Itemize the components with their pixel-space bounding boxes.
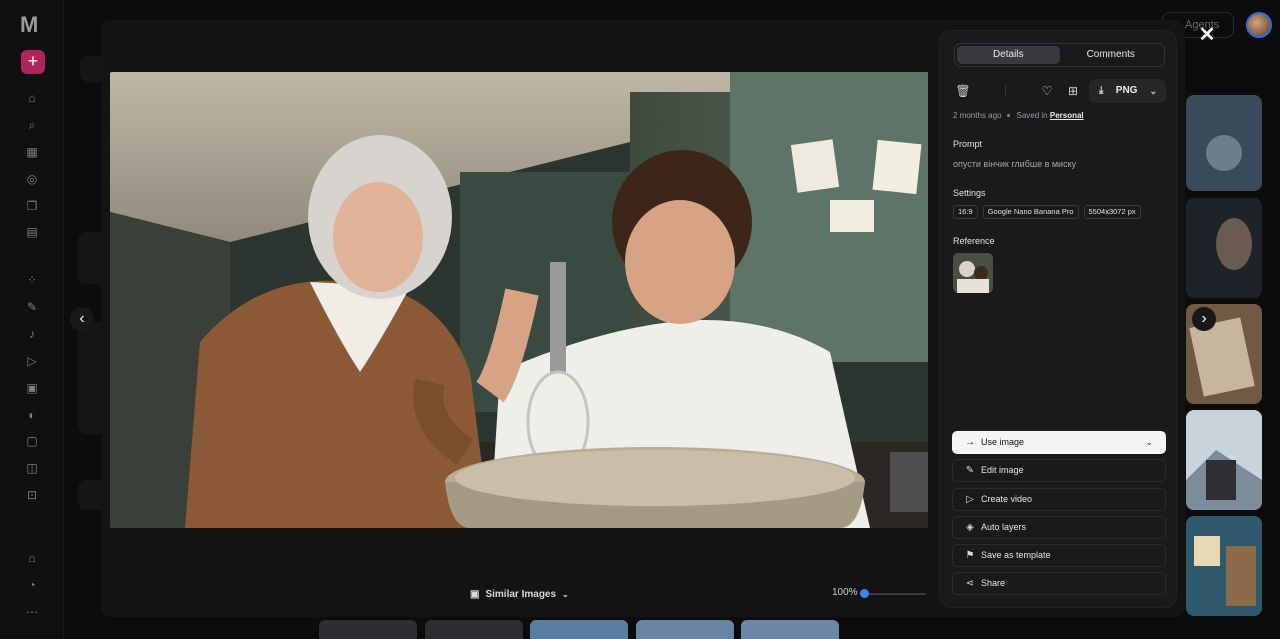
toolbar-divider	[1005, 85, 1006, 97]
settings-label: Settings	[953, 188, 986, 198]
download-button[interactable]: ⤓ PNG ⌄	[1089, 79, 1166, 103]
main-image	[110, 72, 928, 528]
auto-layers-button[interactable]: ◈ Auto layers	[952, 515, 1166, 539]
similar-images-icon: ▣	[470, 588, 480, 600]
book-icon[interactable]: ▤	[24, 224, 40, 240]
edit-image-icon: ✎	[965, 465, 975, 477]
auto-layers-label: Auto layers	[981, 521, 1027, 532]
video-icon[interactable]: ▷	[24, 353, 40, 369]
gallery-thumb[interactable]	[319, 620, 417, 639]
model-chip: Google Nano Banana Pro	[982, 205, 1079, 219]
logo: M	[20, 12, 39, 37]
gallery-thumb[interactable]	[1186, 410, 1262, 510]
search-icon[interactable]: ⌕	[24, 117, 40, 133]
save-as-template-button[interactable]: ⚑ Save as template	[952, 544, 1166, 568]
saved-prefix: Saved in	[1016, 111, 1048, 120]
left-rail: M + ⌂ ⌕ ▦ ◎ ❐ ▤ ⁘ ✎ ♪ ▷ ▣ ◐ ▢ ◫ ⊡ ⌂ ◔ ⋯	[0, 0, 64, 639]
chevron-down-icon[interactable]: ⌄	[1145, 432, 1153, 453]
layers-icon: ◈	[966, 521, 974, 533]
layers-icon[interactable]: ❐	[24, 198, 40, 214]
brush-icon[interactable]: ✎	[24, 299, 40, 315]
panel-tabs: Details Comments	[954, 43, 1165, 67]
share-icon: ⋖	[965, 578, 975, 590]
prompt-label: Prompt	[953, 139, 983, 149]
zoom-slider-track[interactable]	[864, 593, 926, 595]
new-button[interactable]: +	[21, 50, 45, 74]
zoom-slider-handle[interactable]	[860, 589, 869, 598]
chevron-down-icon: ⌄	[562, 589, 569, 599]
prompt-text: опусти вінчик глибше в миску	[953, 159, 1077, 169]
image-toolbar: 🗑 ♡ ⊞ ⤓ PNG ⌄	[952, 79, 1167, 103]
settings-chips: 16:9 Google Nano Banana Pro 5504x3072 px	[953, 205, 1141, 219]
edit-image-label: Edit image	[981, 465, 1024, 476]
close-icon[interactable]: ✕	[1196, 24, 1218, 46]
mic-icon[interactable]: ♪	[24, 326, 40, 342]
create-video-label: Create video	[981, 493, 1033, 504]
gallery-thumb[interactable]	[425, 620, 523, 639]
download-icon: ⤓	[1099, 85, 1104, 96]
share-label: Share	[981, 578, 1006, 589]
tab-details[interactable]: Details	[957, 46, 1060, 64]
edit-image-button[interactable]: ✎ Edit image	[952, 459, 1166, 483]
gallery-thumb[interactable]	[1186, 95, 1262, 191]
grid-icon[interactable]: ▦	[24, 144, 40, 160]
actions-list: → Use image ⌄ ✎ Edit image ▷ Create vide…	[952, 431, 1166, 601]
camera-icon[interactable]: ◫	[24, 460, 40, 476]
tab-comments[interactable]: Comments	[1060, 46, 1163, 64]
arrow-right-icon: →	[965, 437, 975, 448]
use-image-label: Use image	[981, 437, 1025, 447]
image-icon[interactable]: ▣	[24, 380, 40, 396]
gallery-thumb[interactable]	[530, 620, 628, 639]
video-icon: ▷	[966, 493, 974, 505]
heart-icon[interactable]: ♡	[1038, 82, 1056, 100]
palette-icon[interactable]: ◐	[24, 407, 40, 423]
reference-label: Reference	[953, 236, 995, 246]
crop-icon[interactable]: ⊡	[24, 487, 40, 503]
more-icon[interactable]: ⋯	[24, 604, 40, 620]
folder-icon[interactable]: ⊞	[1064, 82, 1082, 100]
next-image-button[interactable]: ›	[1192, 307, 1216, 331]
create-video-button[interactable]: ▷ Create video	[952, 487, 1166, 511]
separator-dot	[1007, 113, 1011, 117]
share-button[interactable]: ⋖ Share	[952, 572, 1166, 596]
app-window: M + ⌂ ⌕ ▦ ◎ ❐ ▤ ⁘ ✎ ♪ ▷ ▣ ◐ ▢ ◫ ⊡ ⌂ ◔ ⋯	[0, 0, 1280, 639]
home-icon[interactable]: ⌂	[24, 90, 40, 106]
chevron-down-icon[interactable]: ⌄	[1149, 79, 1157, 103]
bell-icon[interactable]: ◔	[24, 577, 40, 593]
bookmark-icon: ⚑	[965, 550, 975, 562]
download-format: PNG	[1115, 85, 1138, 96]
previous-image-button[interactable]: ‹	[70, 307, 94, 331]
aspect-ratio-chip: 16:9	[953, 205, 978, 219]
apps-icon[interactable]: ⁘	[24, 272, 40, 288]
gallery-thumb[interactable]	[741, 620, 839, 639]
globe-icon[interactable]: ◎	[24, 171, 40, 187]
similar-images-label: Similar Images	[485, 588, 557, 600]
zoom-label: 100%	[832, 587, 858, 598]
resolution-chip: 5504x3072 px	[1083, 205, 1141, 219]
image-meta: 2 months ago Saved in Personal	[953, 111, 1084, 120]
reference-thumbnail[interactable]	[953, 253, 993, 293]
save-as-template-label: Save as template	[981, 550, 1051, 561]
frame-icon[interactable]: ▢	[24, 433, 40, 449]
image-age: 2 months ago	[953, 111, 1002, 120]
gallery-thumb[interactable]	[636, 620, 734, 639]
gallery-thumb[interactable]	[1186, 516, 1262, 616]
details-panel: Details Comments 🗑 ♡ ⊞ ⤓ PNG ⌄ 2 months …	[939, 30, 1177, 608]
gallery-thumb[interactable]	[1186, 198, 1262, 298]
school-icon[interactable]: ⌂	[24, 550, 40, 566]
similar-images-button[interactable]: ▣ Similar Images ⌄	[470, 586, 569, 602]
use-image-button[interactable]: → Use image ⌄	[952, 431, 1166, 454]
saved-location-link[interactable]: Personal	[1050, 111, 1084, 120]
trash-icon[interactable]: 🗑	[954, 82, 972, 100]
avatar[interactable]	[1246, 12, 1272, 38]
